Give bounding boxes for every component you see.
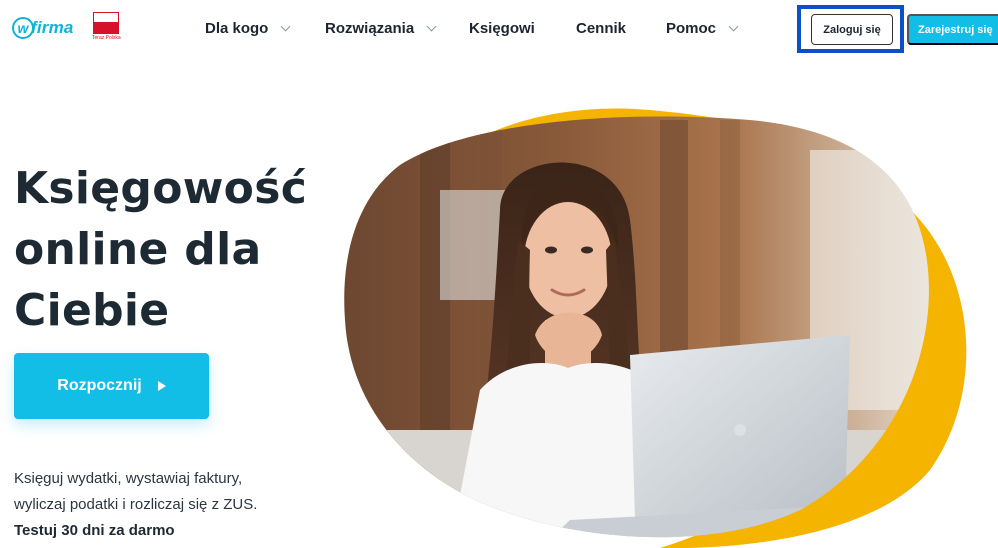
hero-description: Księguj wydatki, wystawiaj faktury, wyli… [14,466,314,518]
nav-item-label: Pomoc [666,19,717,37]
teraz-polska-badge-icon: Teraz Polska [92,12,121,44]
hero-title-line: Ciebie [14,285,170,336]
start-button-label: Rozpocznij [57,377,142,394]
chevron-down-icon [728,21,739,31]
logo-text: firma [31,18,74,37]
hero-title-line: online dla [14,224,262,275]
badge-caption: Teraz Polska [92,35,121,41]
chevron-down-icon [426,21,437,31]
nav-item-label: Dla kogo [205,19,269,37]
nav-item-label: Księgowi [469,19,535,37]
site-header: w firma Teraz Polska Dla kogo Rozwiązani… [0,0,998,58]
register-button[interactable]: Zarejestruj się [907,14,998,45]
trial-text: Testuj 30 dni za darmo [14,522,175,539]
nav-item-label: Rozwiązania [325,19,415,37]
nav-item-ksiegowi[interactable]: Księgowi [469,17,535,39]
hero-title-line: Księgowość [14,163,308,214]
start-button[interactable]: Rozpocznij [14,353,209,419]
nav-item-label: Cennik [576,19,627,37]
chevron-down-icon [280,21,291,31]
hero-description-line: wyliczaj podatki i rozliczaj się z ZUS. [14,496,258,513]
nav-item-pomoc[interactable]: Pomoc [666,17,739,39]
play-arrow-icon [157,381,166,391]
nav-item-cennik[interactable]: Cennik [576,17,626,39]
hero-title: Księgowość online dla Ciebie [14,158,307,341]
page: w firma Teraz Polska Dla kogo Rozwiązani… [0,0,998,548]
hero-description-line: Księguj wydatki, wystawiaj faktury, [14,470,243,487]
hero-illustration [344,108,967,548]
nav-item-dla-kogo[interactable]: Dla kogo [205,17,291,39]
badge-flag [93,12,119,34]
nav-item-rozwiazania[interactable]: Rozwiązania [325,17,437,39]
wfirma-logo[interactable]: w firma [12,14,74,42]
login-button[interactable]: Zaloguj się [811,14,893,45]
